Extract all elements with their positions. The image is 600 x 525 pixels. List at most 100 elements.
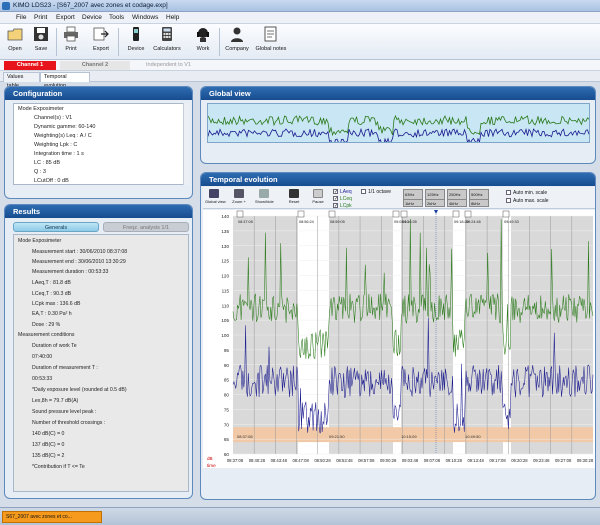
temporal-evolution-title: Temporal evolution bbox=[201, 173, 595, 186]
x-tick-label: 09:00:28 bbox=[380, 458, 397, 463]
window-title: KIMO LDS23 - [S67_2007 avec zones et cod… bbox=[13, 2, 168, 9]
cursor-close-box bbox=[236, 210, 244, 218]
x-tick-label: 08:47:08 bbox=[292, 458, 309, 463]
show-hide-button[interactable]: Show/hide bbox=[255, 189, 274, 207]
auto-min-checkbox[interactable]: Auto min. scale bbox=[506, 190, 547, 196]
checkbox-icon bbox=[506, 190, 511, 196]
checkbox-icon bbox=[361, 189, 366, 195]
tab-freq-analysis[interactable]: Freqz. analysis 1/1 bbox=[103, 222, 189, 232]
result-line: Duration of work Te bbox=[32, 343, 77, 349]
save-button[interactable]: Save bbox=[30, 26, 52, 58]
worker-headphones-icon bbox=[197, 28, 209, 42]
result-line: 140 dB(C) = 0 bbox=[32, 431, 65, 437]
menu-tools[interactable]: Tools bbox=[109, 14, 124, 21]
result-line: Measurement conditions bbox=[18, 332, 75, 338]
cursor-time-label: 08:56:24 bbox=[299, 220, 314, 224]
config-line: Dynamic gamme: 60-140 bbox=[34, 124, 96, 130]
menu-device[interactable]: Device bbox=[82, 14, 102, 21]
y-tick-label: 70 bbox=[224, 422, 230, 427]
toolbar-separator bbox=[118, 28, 119, 56]
result-line: Duration of measurement T : bbox=[32, 365, 98, 371]
global-view-plot[interactable] bbox=[207, 103, 590, 143]
tab-temporal-evolution[interactable]: Temporal evolution bbox=[40, 72, 90, 89]
view-tabs: Values table Temporal evolution bbox=[0, 71, 600, 89]
open-button[interactable]: Open bbox=[4, 26, 26, 58]
tab-values-table[interactable]: Values table bbox=[3, 72, 40, 89]
x-tick-label: 08:43:48 bbox=[271, 458, 288, 463]
config-line: Weighting(s) Leq : A / C bbox=[34, 133, 92, 139]
x-tick-label: 09:07:08 bbox=[424, 458, 441, 463]
calculators-button[interactable]: Calculators bbox=[152, 26, 182, 58]
configuration-scrollbar[interactable] bbox=[183, 103, 189, 185]
channel-2-tab[interactable]: Channel 2 bbox=[60, 61, 130, 70]
device-button[interactable]: Device bbox=[124, 26, 148, 58]
y-tick-label: 125 bbox=[221, 259, 229, 264]
global-notes-button[interactable]: Global notes bbox=[254, 26, 288, 58]
tab-generals[interactable]: Generals bbox=[13, 222, 99, 232]
global-view-chart bbox=[208, 114, 589, 142]
auto-max-checkbox[interactable]: Auto max. scale bbox=[506, 198, 549, 204]
lcpk-checkbox[interactable]: LCpk bbox=[333, 203, 352, 209]
save-disk-icon bbox=[34, 27, 48, 41]
cursor-time-label: 09:49:33 bbox=[504, 220, 519, 224]
zone-time-label: 09:21:50 bbox=[329, 434, 345, 439]
temporal-plot-area[interactable]: 140 135 130 125 120 115 110 105 100 95 90 85 80 75 70 6… bbox=[203, 210, 595, 468]
global-view-button[interactable]: Global view bbox=[205, 189, 226, 207]
y-tick-label: 120 bbox=[221, 274, 229, 279]
temporal-evolution-chart: 140 135 130 125 120 115 110 105 100 95 90 85 80 75 70 6… bbox=[207, 210, 594, 468]
channel-bar: Channel 1 Channel 2 Independent to V1 bbox=[0, 60, 600, 71]
band-selector-1k[interactable]: 1kHz bbox=[403, 199, 423, 207]
menu-print[interactable]: Print bbox=[34, 14, 47, 21]
reset-button[interactable]: Reset bbox=[285, 189, 303, 207]
configuration-panel: Configuration Mode Exposimeter Channel(s… bbox=[4, 86, 193, 199]
work-button[interactable]: Work bbox=[191, 26, 215, 58]
global-view-title: Global view bbox=[201, 87, 595, 100]
cursor-time-label: 08:37:08 bbox=[238, 220, 253, 224]
result-line: LCeq,T : 90.3 dB bbox=[32, 291, 72, 297]
result-line: *Daily exposure level (rounded at 0.5 dB… bbox=[32, 387, 127, 393]
menu-export[interactable]: Export bbox=[56, 14, 75, 21]
results-panel: Results Generals Freqz. analysis 1/1 Mod… bbox=[4, 204, 193, 499]
channel-1-tab[interactable]: Channel 1 bbox=[4, 61, 56, 70]
notes-icon bbox=[264, 26, 277, 42]
configuration-list: Mode Exposimeter Channel(s) : V1 Dynamic… bbox=[13, 103, 189, 185]
octave-checkbox[interactable]: 1/1 octave bbox=[361, 189, 391, 195]
menu-file[interactable]: File bbox=[16, 14, 26, 21]
result-line: Measurement end : 30/06/2010 13:30:29 bbox=[32, 259, 126, 265]
laeq-checkbox[interactable]: LAeq bbox=[333, 189, 352, 195]
export-button[interactable]: Export bbox=[89, 26, 113, 58]
zoom-in-button[interactable]: Zoom + bbox=[230, 189, 248, 207]
checkbox-icon bbox=[506, 198, 511, 204]
x-tick-label: 09:03:48 bbox=[402, 458, 419, 463]
result-line: Mode Exposimeter bbox=[18, 238, 62, 244]
config-line: LC : 85 dB bbox=[34, 160, 60, 166]
result-line: LAeq,T : 81.8 dB bbox=[32, 280, 71, 286]
config-line: Channel(s) : V1 bbox=[34, 115, 73, 121]
band-selector-2k[interactable]: 2kHz bbox=[425, 199, 445, 207]
cursor-close-box bbox=[328, 210, 336, 218]
y-tick-label: 140 bbox=[221, 214, 229, 219]
x-tick-label: 08:53:48 bbox=[336, 458, 353, 463]
cursor-time-label: 09:16:35 bbox=[402, 220, 417, 224]
toolbar-separator bbox=[219, 28, 220, 56]
y-unit-label: dB bbox=[207, 456, 213, 461]
y-tick-label: 85 bbox=[224, 378, 230, 383]
print-button[interactable]: Print bbox=[60, 26, 82, 58]
lceq-checkbox[interactable]: LCeq bbox=[333, 196, 352, 202]
band-selector-8k[interactable]: 8kHz bbox=[469, 199, 489, 207]
result-line: EA,T : 0.30 Pa² h bbox=[32, 311, 72, 317]
cursor-time-label: 09:24:46 bbox=[466, 220, 481, 224]
result-line: Measurement start : 30/06/2010 08:37:08 bbox=[32, 249, 128, 255]
result-line: 07:40:00 bbox=[32, 354, 53, 360]
y-tick-label: 110 bbox=[222, 303, 230, 308]
menu-help[interactable]: Help bbox=[166, 14, 179, 21]
menu-windows[interactable]: Windows bbox=[132, 14, 158, 21]
taskbar-document-item[interactable]: S67_2007 avec zones et co... bbox=[2, 511, 102, 523]
result-line: 00:53:33 bbox=[32, 376, 53, 382]
result-line: Measurement duration : 00:53:33 bbox=[32, 269, 109, 275]
band-selector-4k[interactable]: 4kHz bbox=[447, 199, 467, 207]
y-tick-label: 135 bbox=[221, 229, 229, 234]
pause-button[interactable]: Pause bbox=[309, 189, 327, 207]
calculator-icon bbox=[162, 27, 172, 41]
company-button[interactable]: Company bbox=[224, 26, 250, 58]
